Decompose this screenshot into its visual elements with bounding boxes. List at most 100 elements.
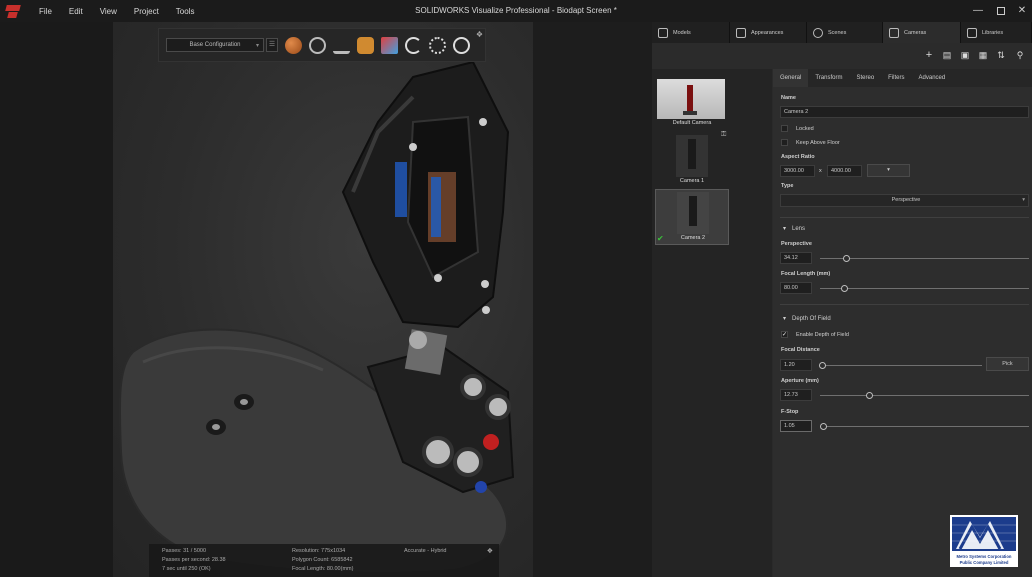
joint-bearing xyxy=(485,394,511,420)
camera-thumbnail xyxy=(657,79,725,119)
camera-item-1[interactable]: Camera 1 xyxy=(655,133,729,189)
minimize-icon[interactable]: — xyxy=(970,3,986,19)
settings-dial-icon[interactable] xyxy=(429,36,446,54)
frame-icon[interactable]: ▣ xyxy=(959,49,971,61)
configuration-list-icon[interactable]: ☰ xyxy=(266,38,278,52)
camera-properties: General Transform Stereo Filters Advance… xyxy=(773,69,1032,577)
focal-distance-input[interactable]: 1.20 xyxy=(780,359,812,371)
fstop-input[interactable]: 1.05 xyxy=(780,420,812,432)
chevron-down-icon: ▾ xyxy=(255,43,259,49)
tab-models-label: Models xyxy=(673,29,691,36)
aspect-preset-dropdown[interactable]: ▾ xyxy=(867,164,910,177)
right-gutter xyxy=(533,22,652,577)
metro-logo-mark xyxy=(952,517,1016,551)
camera-orbit-icon[interactable] xyxy=(357,36,374,54)
camera-list: Default Camera ⚿ Camera 1 Camera 2 ✔ xyxy=(652,69,772,577)
environment-globe-icon[interactable] xyxy=(309,36,326,54)
type-dropdown[interactable]: Perspective ▾ xyxy=(780,194,1029,207)
lens-section-header[interactable]: Lens xyxy=(792,226,805,232)
menu-tools[interactable]: Tools xyxy=(176,7,195,16)
grid-view-icon[interactable]: ▦ xyxy=(977,49,989,61)
tab-advanced[interactable]: Advanced xyxy=(912,69,953,87)
tab-transform[interactable]: Transform xyxy=(808,69,849,87)
tab-scenes-label: Scenes xyxy=(828,29,847,36)
aspect-height-input[interactable]: 4000.00 xyxy=(827,165,862,177)
aperture-label: Aperture (mm) xyxy=(781,378,819,384)
type-value: Perspective xyxy=(891,197,921,203)
render-viewport[interactable]: Base Configuration ▾ ☰ ❖ Passes: 31 / 50… xyxy=(113,22,533,577)
dof-collapse-icon[interactable]: ▾ xyxy=(783,315,786,322)
camera-name-input[interactable]: Camera 2 xyxy=(780,106,1029,118)
tab-libraries[interactable]: Libraries xyxy=(961,22,1032,43)
panel-actions: + ▤ ▣ ▦ ⇅ ⚲ xyxy=(652,43,1032,69)
viewport-toolbar: Base Configuration ▾ ☰ ❖ xyxy=(158,28,486,62)
focal-distance-slider[interactable] xyxy=(820,365,982,366)
maximize-icon[interactable] xyxy=(993,3,1009,19)
tab-models[interactable]: Models xyxy=(652,22,730,43)
configuration-dropdown[interactable]: Base Configuration ▾ xyxy=(166,38,264,52)
focal-length-input[interactable]: 80.00 xyxy=(780,282,812,294)
sort-icon[interactable]: ⇅ xyxy=(995,49,1007,61)
appearance-sphere-icon[interactable] xyxy=(285,36,302,54)
close-icon[interactable]: ✕ xyxy=(1014,3,1030,19)
perspective-slider-knob[interactable] xyxy=(843,255,851,262)
tab-appearances-label: Appearances xyxy=(751,29,784,36)
focal-length-text: Focal Length: 80.00(mm) xyxy=(292,566,354,572)
chevron-down-icon: ▾ xyxy=(1022,197,1025,203)
add-icon[interactable]: + xyxy=(923,49,935,61)
menu-file[interactable]: File xyxy=(39,7,52,16)
perspective-slider[interactable] xyxy=(820,258,1029,259)
joint-bearing xyxy=(460,374,486,400)
aspect-x-label: x xyxy=(819,168,822,174)
focal-distance-slider-knob[interactable] xyxy=(819,362,827,369)
focal-length-slider-knob[interactable] xyxy=(841,285,849,292)
brand-line-1: Metro Systems Corporation xyxy=(956,554,1012,559)
tab-stereo[interactable]: Stereo xyxy=(849,69,881,87)
pin-icon[interactable]: ❖ xyxy=(476,30,483,39)
tab-cameras[interactable]: Cameras xyxy=(883,22,961,43)
dof-section-header[interactable]: Depth Of Field xyxy=(792,316,831,322)
polygon-count-text: Polygon Count: 6585842 xyxy=(292,557,353,563)
render-mode-text: Accurate - Hybrid xyxy=(404,548,447,554)
menu-project[interactable]: Project xyxy=(134,7,159,16)
aspect-width-input[interactable]: 3000.00 xyxy=(780,165,815,177)
perspective-input[interactable]: 34.12 xyxy=(780,252,812,264)
locked-checkbox[interactable] xyxy=(781,125,788,132)
metro-systems-logo: Metro Systems Corporation Public Company… xyxy=(950,515,1018,567)
pin-icon[interactable]: ❖ xyxy=(487,547,493,555)
keep-above-floor-label: Keep Above Floor xyxy=(796,140,840,146)
refresh-icon[interactable] xyxy=(405,36,422,54)
type-label: Type xyxy=(781,183,794,189)
fstop-label: F-Stop xyxy=(781,409,799,415)
aperture-input[interactable]: 12.73 xyxy=(780,389,812,401)
pick-button[interactable]: Pick xyxy=(986,357,1029,371)
lens-collapse-icon[interactable]: ▾ xyxy=(783,225,786,232)
menu-view[interactable]: View xyxy=(100,7,117,16)
menu-edit[interactable]: Edit xyxy=(69,7,83,16)
keep-above-floor-checkbox[interactable] xyxy=(781,139,788,146)
brand-line-2: Public Company Limited xyxy=(959,560,1009,565)
fstop-slider-knob[interactable] xyxy=(820,423,828,430)
aperture-slider[interactable] xyxy=(820,395,1029,396)
camera-item-2[interactable]: Camera 2 ✔ xyxy=(655,189,729,245)
tab-appearances[interactable]: Appearances xyxy=(730,22,807,43)
enable-dof-checkbox[interactable]: ✓ xyxy=(781,331,788,338)
passes-text: Passes: 31 / 5000 xyxy=(162,548,207,554)
aperture-slider-knob[interactable] xyxy=(866,392,874,399)
model-cube-icon[interactable] xyxy=(381,36,398,54)
aperture-icon[interactable] xyxy=(453,36,470,54)
resolution-text: Resolution: 775x1034 xyxy=(292,548,346,554)
tab-scenes[interactable]: Scenes xyxy=(807,22,883,43)
search-icon[interactable]: ⚲ xyxy=(1014,49,1026,61)
camera-item-default[interactable]: Default Camera ⚿ xyxy=(655,77,729,138)
focal-length-slider[interactable] xyxy=(820,288,1029,289)
chevron-down-icon: ▾ xyxy=(887,167,890,173)
fstop-slider[interactable] xyxy=(820,426,1029,427)
globe-icon xyxy=(813,27,823,38)
tab-general[interactable]: General xyxy=(773,69,809,87)
divider xyxy=(780,217,1029,218)
camera-label: Camera 2 xyxy=(680,235,706,241)
new-document-icon[interactable]: ▤ xyxy=(941,49,953,61)
tab-filters[interactable]: Filters xyxy=(881,69,911,87)
turntable-icon[interactable] xyxy=(333,37,350,54)
